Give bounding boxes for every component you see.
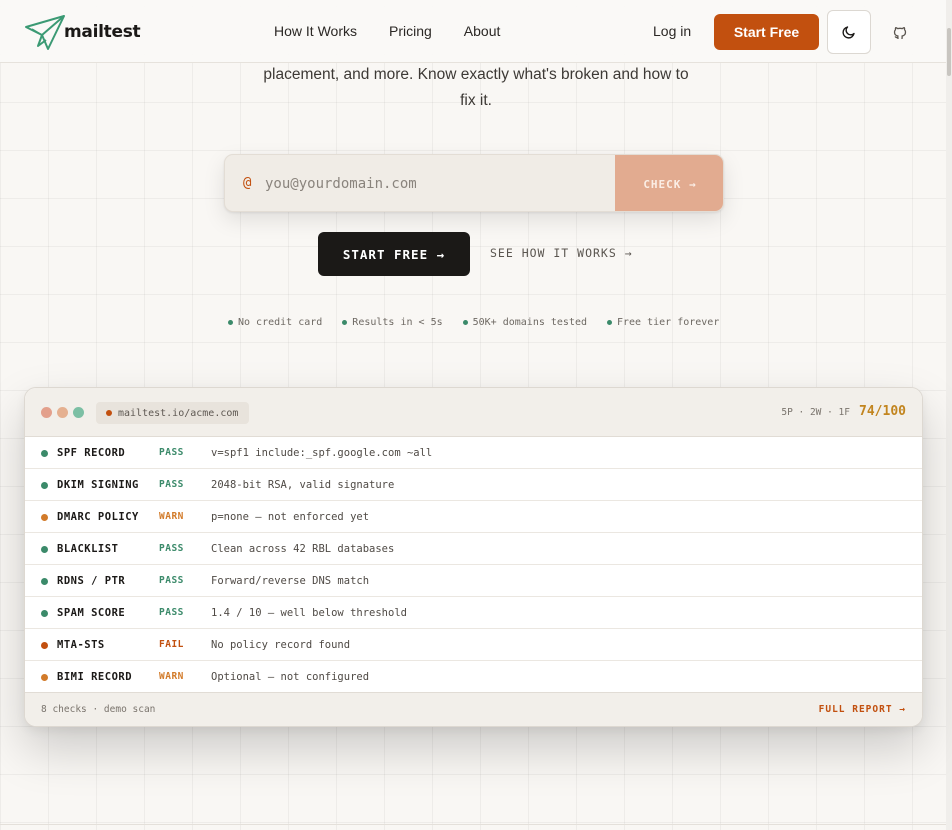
check-detail: Optional — not configured — [211, 671, 370, 683]
check-detail: 1.4 / 10 — well below threshold — [211, 607, 407, 619]
moon-icon — [842, 26, 855, 39]
bullet-dot — [607, 320, 612, 325]
check-status: PASS — [159, 575, 184, 586]
status-dot — [41, 546, 48, 553]
check-row: SPAM SCORE PASS 1.4 / 10 — well below th… — [25, 597, 922, 629]
bullet-dot — [462, 320, 468, 325]
demo-scan-panel: mailtest.io/acme.com 5P · 2W · 1F 74/100… — [24, 387, 923, 727]
github-link[interactable] — [889, 22, 911, 44]
check-name: DMARC POLICY — [57, 511, 139, 523]
theme-toggle-button[interactable] — [827, 10, 871, 54]
full-report-link[interactable]: FULL REPORT → — [819, 704, 906, 715]
feature-list: No credit card Results in < 5s 50K+ doma… — [228, 317, 739, 328]
url-text: mailtest.io/acme.com — [118, 407, 239, 419]
check-name: BIMI RECORD — [57, 671, 133, 683]
nav-how-it-works[interactable]: How It Works — [274, 23, 357, 39]
bullet-dot — [228, 320, 233, 325]
feature-item: 50K+ domains tested — [462, 317, 587, 328]
logo-text: mailtest — [64, 22, 141, 42]
feature-label: No credit card — [238, 317, 323, 328]
check-status: PASS — [159, 607, 184, 618]
check-status: WARN — [159, 671, 184, 682]
check-row: SPF RECORD PASS v=spf1 include:_spf.goog… — [25, 437, 922, 469]
check-status: FAIL — [159, 639, 184, 650]
check-status: WARN — [159, 511, 184, 522]
panel-header: mailtest.io/acme.com 5P · 2W · 1F 74/100 — [25, 388, 922, 437]
email-input[interactable] — [265, 155, 610, 211]
feature-item: No credit card — [228, 317, 322, 328]
bullet-dot — [342, 320, 348, 325]
start-free-button[interactable]: Start Free — [714, 14, 819, 50]
check-row: RDNS / PTR PASS Forward/reverse DNS matc… — [25, 565, 922, 597]
check-name: RDNS / PTR — [57, 575, 126, 587]
check-status: PASS — [159, 479, 184, 490]
status-dot — [41, 642, 48, 649]
nav-pricing[interactable]: Pricing — [389, 23, 432, 39]
github-icon — [893, 27, 907, 40]
panel-footer: 8 checks · demo scan FULL REPORT → — [25, 692, 922, 726]
check-row: DKIM SIGNING PASS 2048-bit RSA, valid si… — [25, 469, 922, 501]
check-detail: 2048-bit RSA, valid signature — [211, 479, 395, 491]
status-dot — [41, 610, 48, 617]
site-header: mailtest How It Works Pricing About Log … — [0, 0, 946, 63]
paper-plane-icon — [25, 15, 65, 50]
window-minimize-dot — [57, 407, 68, 418]
window-maximize-dot — [73, 407, 84, 418]
score-value: 74/100 — [859, 404, 906, 419]
see-how-it-works-link[interactable]: SEE HOW IT WORKS → — [490, 246, 633, 260]
status-dot — [41, 674, 48, 681]
check-status: PASS — [159, 447, 184, 458]
check-button[interactable]: CHECK → — [615, 155, 723, 211]
check-status: PASS — [159, 543, 184, 554]
check-name: MTA-STS — [57, 639, 105, 651]
window-close-dot — [41, 407, 52, 418]
check-list: SPF RECORD PASS v=spf1 include:_spf.goog… — [25, 437, 922, 693]
url-bar: mailtest.io/acme.com — [96, 402, 250, 424]
check-detail: Clean across 42 RBL databases — [211, 543, 395, 555]
scrollbar-thumb[interactable] — [947, 28, 951, 76]
feature-label: Results in < 5s — [352, 317, 443, 328]
scan-meta: 8 checks · demo scan — [41, 704, 156, 715]
feature-label: Free tier forever — [617, 317, 720, 328]
check-detail: v=spf1 include:_spf.google.com ~all — [211, 447, 433, 459]
at-icon: @ — [243, 175, 252, 191]
hero-line-1: placement, and more. Know exactly what's… — [263, 66, 689, 83]
check-row: MTA-STS FAIL No policy record found — [25, 629, 922, 661]
section-divider — [0, 824, 946, 825]
feature-label: 50K+ domains tested — [472, 317, 587, 328]
nav-about[interactable]: About — [464, 23, 501, 39]
status-dot — [41, 578, 48, 585]
hero-line-2: fix it. — [460, 92, 492, 109]
check-detail: No policy record found — [211, 639, 351, 651]
email-check-form: @ CHECK → — [224, 154, 724, 212]
check-row: DMARC POLICY WARN p=none — not enforced … — [25, 501, 922, 533]
scrollbar[interactable] — [946, 0, 952, 830]
cta-start-free-button[interactable]: START FREE → — [318, 232, 470, 276]
feature-item: Free tier forever — [607, 317, 719, 328]
check-name: DKIM SIGNING — [57, 479, 139, 491]
check-row: BLACKLIST PASS Clean across 42 RBL datab… — [25, 533, 922, 565]
logo[interactable]: mailtest — [24, 13, 141, 51]
check-name: BLACKLIST — [57, 543, 119, 555]
login-link[interactable]: Log in — [653, 23, 691, 39]
check-name: SPF RECORD — [57, 447, 126, 459]
status-dot — [41, 450, 48, 457]
result-summary: 5P · 2W · 1F — [781, 407, 850, 418]
check-name: SPAM SCORE — [57, 607, 126, 619]
main-nav: How It Works Pricing About — [274, 23, 532, 39]
hero-description: placement, and more. Know exactly what's… — [226, 62, 726, 114]
status-dot — [41, 514, 48, 521]
check-detail: Forward/reverse DNS match — [211, 575, 370, 587]
check-row: BIMI RECORD WARN Optional — not configur… — [25, 661, 922, 693]
url-status-dot — [106, 410, 112, 416]
check-detail: p=none — not enforced yet — [211, 511, 370, 523]
status-dot — [41, 482, 48, 489]
feature-item: Results in < 5s — [342, 317, 443, 328]
